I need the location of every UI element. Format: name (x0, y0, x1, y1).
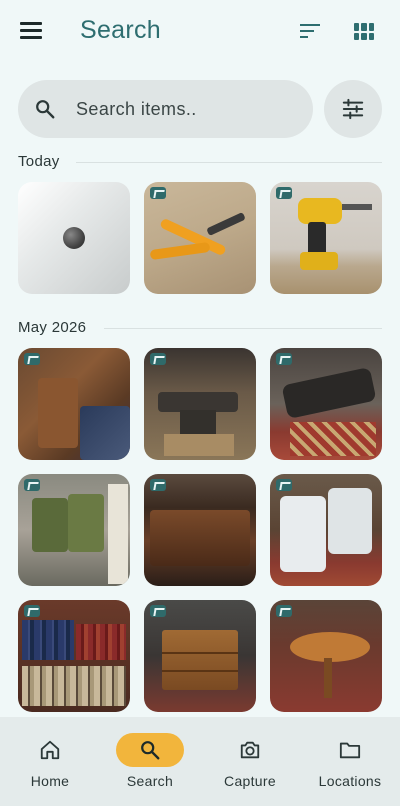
nav-label-home: Home (30, 773, 70, 789)
ai-badge-icon (150, 605, 166, 617)
camera-icon (240, 741, 260, 759)
search-bar[interactable] (18, 80, 313, 138)
filter-button[interactable] (324, 80, 382, 138)
item-anvil-1[interactable] (144, 348, 256, 460)
ai-badge-icon (276, 353, 292, 365)
item-placeholder[interactable] (18, 182, 130, 294)
ai-badge-icon (150, 479, 166, 491)
item-pliers[interactable] (144, 182, 256, 294)
item-drill[interactable] (270, 182, 382, 294)
item-garden-chairs[interactable] (270, 474, 382, 586)
tune-icon (342, 98, 364, 120)
ai-badge-icon (276, 479, 292, 491)
search-icon (36, 100, 55, 119)
nav-label-search: Search (126, 773, 174, 789)
nav-label-capture: Capture (224, 773, 276, 789)
item-bookshelf[interactable] (18, 600, 130, 712)
ai-badge-icon (24, 353, 40, 365)
home-icon (40, 740, 60, 760)
nav-home[interactable]: Home (0, 717, 100, 806)
nav-capture[interactable]: Capture (200, 717, 300, 806)
folder-icon (339, 742, 361, 759)
item-wooden-chair[interactable] (18, 348, 130, 460)
ai-badge-icon (150, 353, 166, 365)
ai-badge-icon (276, 187, 292, 199)
page-title: Search (80, 16, 162, 44)
item-round-table[interactable] (270, 600, 382, 712)
bottom-navigation: Home Search Capture Locations (0, 717, 400, 806)
ai-badge-icon (150, 187, 166, 199)
grid-view-icon[interactable] (354, 23, 374, 40)
ai-badge-icon (24, 479, 40, 491)
ai-badge-icon (276, 605, 292, 617)
search-input[interactable] (76, 97, 296, 121)
ai-badge-icon (24, 605, 40, 617)
section-header-may-2026: May 2026 (18, 319, 87, 336)
section-divider (76, 162, 382, 163)
section-divider (104, 328, 382, 329)
nav-locations[interactable]: Locations (300, 717, 400, 806)
sort-icon[interactable] (300, 24, 320, 40)
item-dresser[interactable] (144, 600, 256, 712)
item-chest[interactable] (144, 474, 256, 586)
section-header-today: Today (18, 153, 60, 170)
nav-label-locations: Locations (318, 773, 382, 789)
item-anvil-2[interactable] (270, 348, 382, 460)
top-app-bar: Search (0, 0, 400, 64)
item-jerry-cans[interactable] (18, 474, 130, 586)
search-icon (141, 741, 160, 760)
hamburger-menu-icon[interactable] (20, 22, 42, 40)
nav-search[interactable]: Search (100, 717, 200, 806)
